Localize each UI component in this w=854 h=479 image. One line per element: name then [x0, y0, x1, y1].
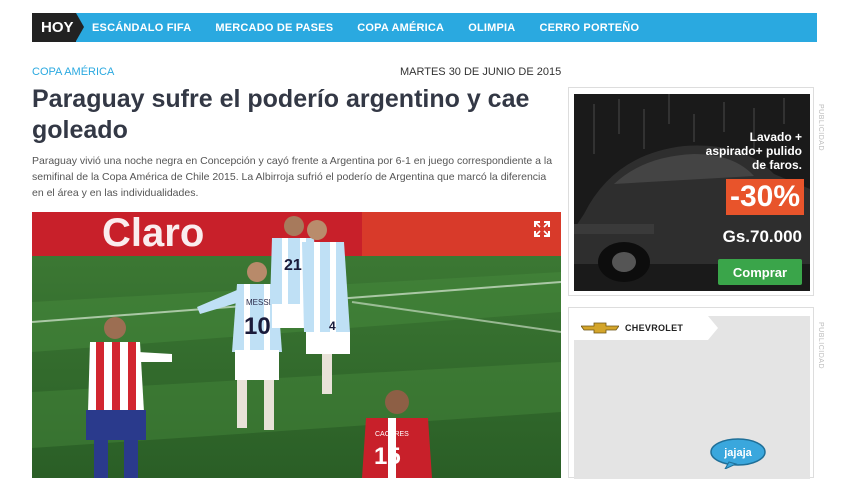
ad-chevrolet[interactable]: CHEVROLET jajaja	[568, 307, 814, 479]
chevrolet-bowtie-icon	[581, 322, 619, 334]
svg-text:MESSI: MESSI	[246, 298, 271, 307]
article-title: Paraguay sufre el poderío argentino y ca…	[32, 85, 530, 144]
svg-text:15: 15	[374, 443, 401, 470]
article-category-link[interactable]: COPA AMÉRICA	[32, 66, 114, 78]
jajaja-bubble: jajaja	[710, 438, 766, 469]
article-lead: Paraguay vivió una noche negra en Concep…	[32, 155, 553, 199]
football-scene: Claro MESSI 10 21 4 CACERES 15	[32, 212, 561, 478]
chevrolet-banner: CHEVROLET	[574, 316, 718, 340]
ad-copy-line: aspirado+ pulido	[705, 144, 802, 158]
svg-text:CACERES: CACERES	[375, 431, 409, 438]
ad-car-wash[interactable]: Lavado + aspirado+ pulido de faros. -30%…	[568, 87, 814, 296]
svg-text:21: 21	[284, 257, 302, 274]
nav-item-mercado-de-pases[interactable]: MERCADO DE PASES	[215, 22, 333, 34]
ad-discount-badge: -30%	[725, 179, 804, 215]
ad-car-wash-creative[interactable]: Lavado + aspirado+ pulido de faros. -30%…	[574, 94, 810, 291]
top-nav: HOY ESCÁNDALO FIFA MERCADO DE PASES COPA…	[32, 13, 817, 42]
nav-items: ESCÁNDALO FIFA MERCADO DE PASES COPA AMÉ…	[92, 22, 663, 34]
article-photo[interactable]: Claro MESSI 10 21 4 CACERES 15	[32, 212, 561, 478]
svg-text:jajaja: jajaja	[723, 447, 752, 459]
ad-copy-line: de faros.	[751, 158, 802, 172]
svg-text:4: 4	[329, 319, 336, 333]
expand-icon[interactable]	[533, 220, 551, 238]
nav-hoy-label[interactable]: HOY	[32, 13, 84, 42]
ad-label: PUBLICIDAD	[817, 104, 824, 152]
ad-car-wash-copy: Lavado + aspirado+ pulido de faros.	[706, 130, 802, 172]
nav-item-copa-america[interactable]: COPA AMÉRICA	[357, 22, 444, 34]
ad-label: PUBLICIDAD	[817, 322, 824, 370]
nav-item-olimpia[interactable]: OLIMPIA	[468, 22, 515, 34]
ad-copy-line: Lavado +	[749, 130, 802, 144]
svg-text:10: 10	[244, 313, 271, 340]
article-date: MARTES 30 DE JUNIO DE 2015	[400, 66, 562, 78]
photo-sponsor-text: Claro	[102, 212, 204, 255]
ad-price: Gs.70.000	[722, 227, 802, 246]
ad-chevrolet-creative[interactable]: CHEVROLET jajaja	[574, 316, 810, 479]
nav-item-escandalo-fifa[interactable]: ESCÁNDALO FIFA	[92, 22, 191, 34]
nav-item-cerro-porteno[interactable]: CERRO PORTEÑO	[539, 22, 639, 34]
ad-buy-button[interactable]: Comprar	[718, 259, 802, 285]
chevrolet-brand-text: CHEVROLET	[625, 323, 684, 333]
